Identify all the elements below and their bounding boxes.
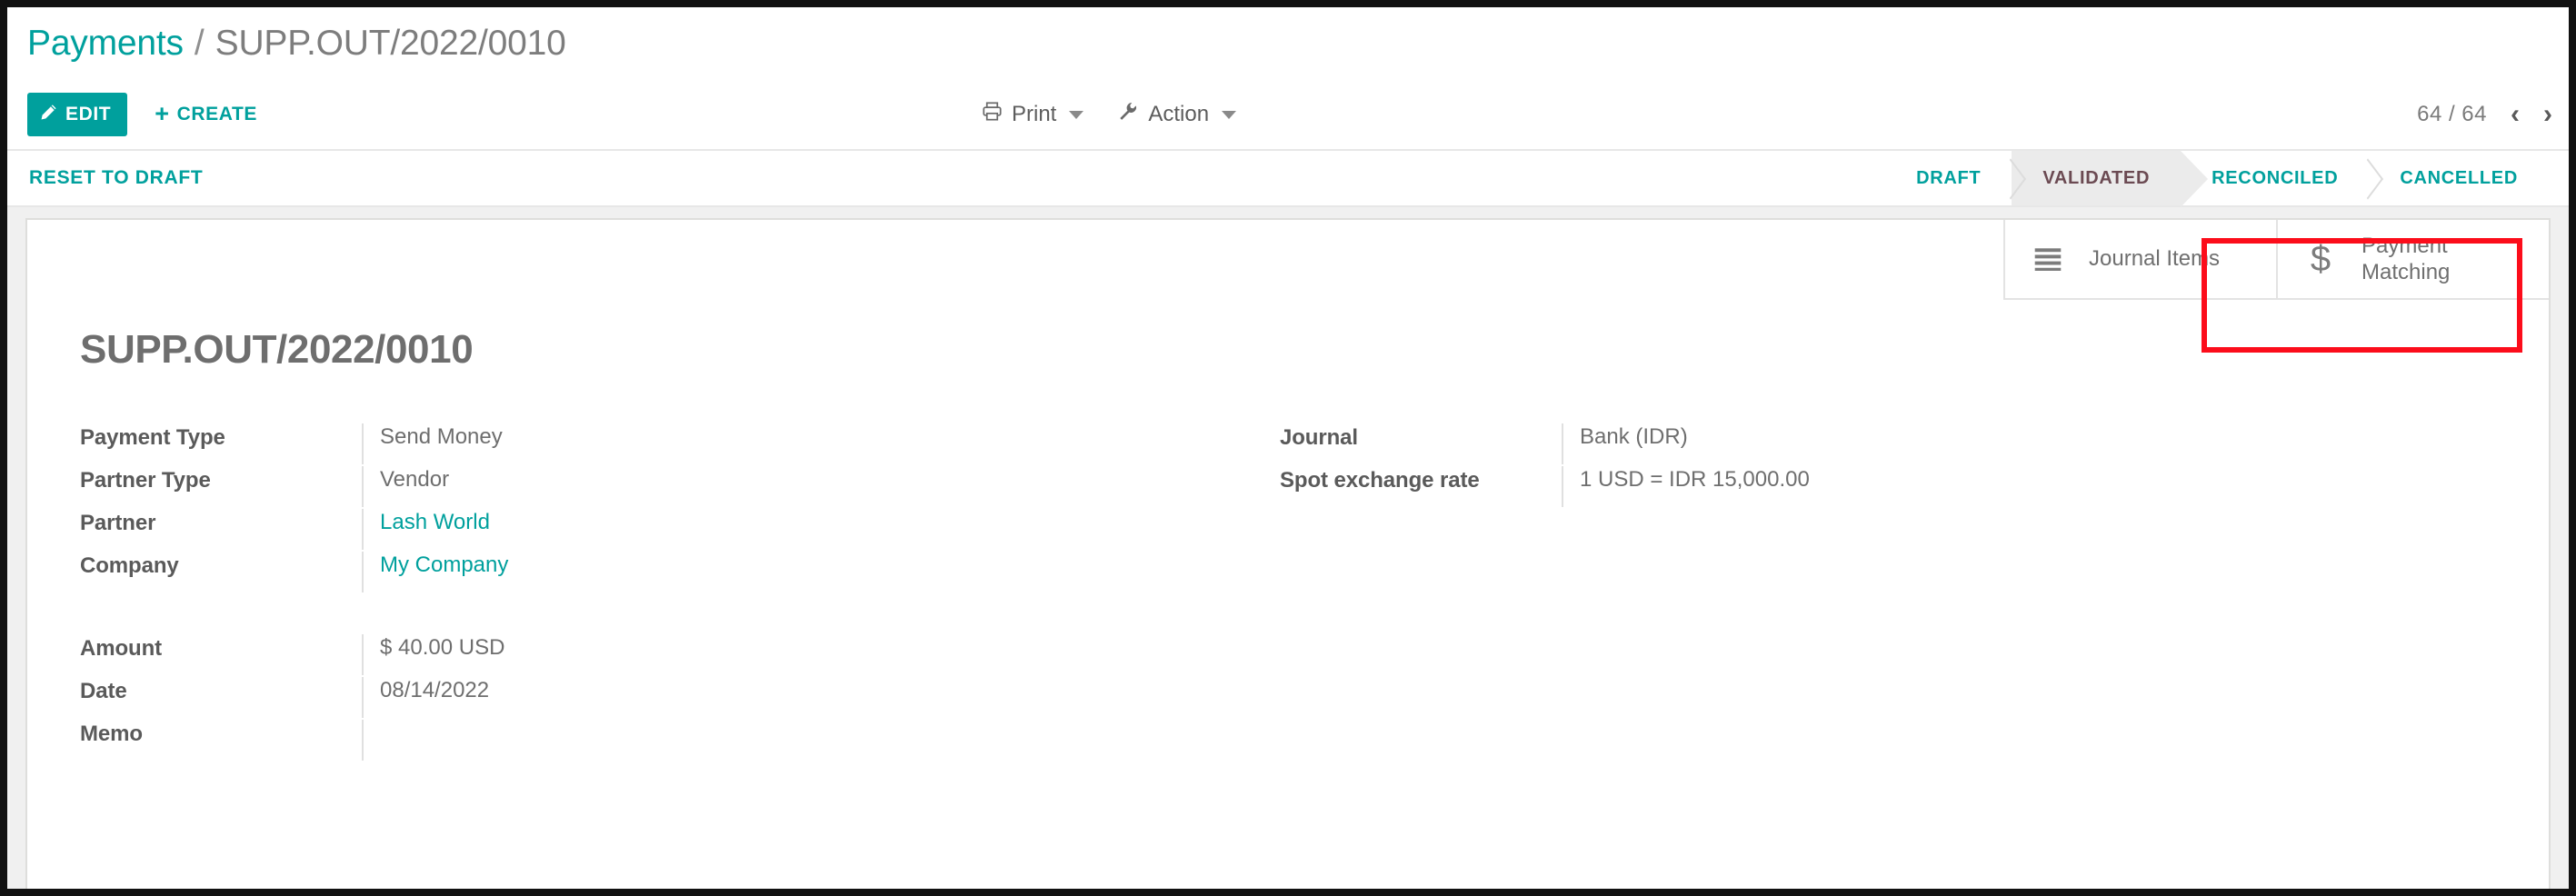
field-value [362, 720, 853, 761]
field-label: Company [80, 553, 179, 578]
field-label: Spot exchange rate [1280, 468, 1480, 493]
field-value-link[interactable]: Lash World [362, 509, 853, 550]
statusbar-step-cancelled[interactable]: CANCELLED [2369, 151, 2549, 205]
statusbar-pipeline: DRAFT VALIDATED RECONCILED CANCELLED [1885, 151, 2549, 207]
field-label: Payment Type [80, 425, 225, 450]
reset-to-draft-button[interactable]: RESET TO DRAFT [29, 167, 203, 189]
field-value: Send Money [362, 423, 853, 464]
pencil-icon [40, 104, 57, 126]
field-label: Partner Type [80, 468, 211, 493]
print-menu[interactable]: Print [982, 101, 1084, 128]
form-sheet: Journal Items $ Payment Matching SUPP.OU… [25, 218, 2551, 889]
pager-next-button[interactable]: › [2543, 101, 2552, 128]
sheet-background: Journal Items $ Payment Matching SUPP.OU… [7, 207, 2569, 889]
field-date: Date 08/14/2022 [80, 677, 1280, 720]
field-groups: Payment Type Send Money Partner Type Ven… [80, 423, 2549, 762]
statusbar-step-draft[interactable]: DRAFT [1885, 151, 2012, 205]
action-menu-label: Action [1148, 102, 1210, 126]
field-block-journal: Journal Bank (IDR) Spot exchange rate 1 … [1280, 423, 2052, 509]
field-label: Amount [80, 636, 163, 661]
dollar-glyph: $ [2310, 239, 2331, 279]
chevron-down-icon [1222, 110, 1237, 119]
field-value: Vendor [362, 466, 853, 507]
field-value-link[interactable]: My Company [362, 552, 853, 592]
action-menu[interactable]: Action [1118, 101, 1237, 128]
pager-previous-button[interactable]: ‹ [2511, 101, 2520, 128]
field-block-primary: Payment Type Send Money Partner Type Ven… [80, 423, 1280, 594]
pager: 64 / 64 ‹ › [2417, 80, 2552, 149]
pager-value[interactable]: 64 / 64 [2417, 102, 2487, 127]
field-value: 08/14/2022 [362, 677, 853, 718]
page-title: SUPP.OUT/2022/0010 [80, 327, 474, 372]
printer-icon [982, 101, 1003, 128]
breadcrumb-item-payments[interactable]: Payments [27, 24, 184, 64]
field-journal: Journal Bank (IDR) [1280, 423, 2052, 466]
list-bars-icon [2031, 247, 2065, 271]
smart-button-payment-matching[interactable]: $ Payment Matching [2276, 220, 2549, 300]
edit-button-label: EDIT [65, 104, 112, 124]
field-label: Memo [80, 722, 143, 746]
chevron-down-icon [1069, 110, 1084, 119]
field-company: Company My Company [80, 552, 1280, 594]
plus-icon: + [155, 99, 170, 127]
field-partner: Partner Lash World [80, 509, 1280, 552]
breadcrumb: Payments / SUPP.OUT/2022/0010 [7, 7, 2569, 80]
field-value: Bank (IDR) [1562, 423, 2052, 464]
odoo-form-view: Payments / SUPP.OUT/2022/0010 EDIT + CRE… [7, 7, 2569, 889]
smart-button-journal-items[interactable]: Journal Items [2003, 220, 2276, 300]
breadcrumb-item-current: SUPP.OUT/2022/0010 [215, 24, 566, 63]
field-value: $ 40.00 USD [362, 634, 853, 675]
field-spot-exchange-rate: Spot exchange rate 1 USD = IDR 15,000.00 [1280, 466, 2052, 509]
breadcrumb-separator: / [194, 24, 205, 63]
statusbar-step-reconciled[interactable]: RECONCILED [2181, 151, 2369, 205]
smart-button-label: Journal Items [2089, 246, 2221, 272]
control-panel-menus: Print Action [982, 80, 1237, 149]
statusbar-step-validated[interactable]: VALIDATED [2012, 151, 2208, 207]
field-group-right: Journal Bank (IDR) Spot exchange rate 1 … [1280, 423, 2052, 762]
wrench-icon [1118, 101, 1139, 128]
field-label: Journal [1280, 425, 1358, 450]
statusbar-step-label: VALIDATED [2042, 167, 2151, 188]
field-amount: Amount $ 40.00 USD [80, 634, 1280, 677]
field-block-amount: Amount $ 40.00 USD Date 08/14/2022 Memo [80, 634, 1280, 762]
smart-button-bar: Journal Items $ Payment Matching [2003, 220, 2549, 300]
statusbar-step-label: CANCELLED [2400, 167, 2518, 188]
field-value: 1 USD = IDR 15,000.00 [1562, 466, 2052, 507]
create-button-label: CREATE [176, 104, 258, 124]
field-payment-type: Payment Type Send Money [80, 423, 1280, 466]
control-panel: EDIT + CREATE Print Action 64 / 64 ‹ › [7, 80, 2569, 151]
field-partner-type: Partner Type Vendor [80, 466, 1280, 509]
statusbar-step-label: RECONCILED [2212, 167, 2339, 188]
statusbar-step-label: DRAFT [1916, 167, 1982, 188]
dollar-icon: $ [2303, 241, 2338, 277]
create-button[interactable]: + CREATE [147, 93, 265, 136]
print-menu-label: Print [1012, 102, 1057, 126]
screenshot-frame: Payments / SUPP.OUT/2022/0010 EDIT + CRE… [0, 0, 2576, 896]
field-label: Date [80, 679, 127, 703]
field-label: Partner [80, 511, 156, 535]
form-body: SUPP.OUT/2022/0010 Payment Type Send Mon… [27, 220, 2549, 762]
edit-button[interactable]: EDIT [27, 93, 128, 136]
field-group-left: Payment Type Send Money Partner Type Ven… [80, 423, 1280, 762]
field-memo: Memo [80, 720, 1280, 762]
status-bar: RESET TO DRAFT DRAFT VALIDATED RECONCILE… [7, 151, 2569, 207]
smart-button-label: Payment Matching [2361, 233, 2451, 284]
